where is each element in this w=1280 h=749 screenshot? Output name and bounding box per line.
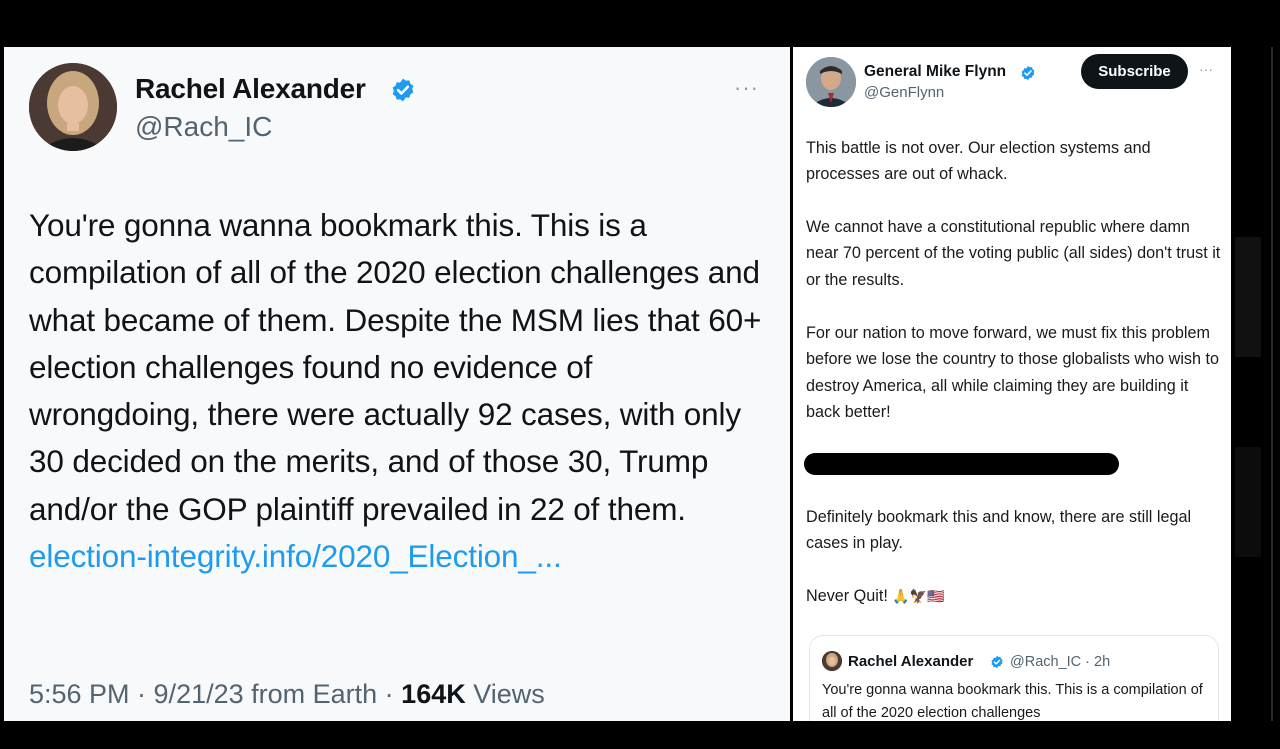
more-options-icon[interactable]: ··· (734, 75, 759, 101)
author-handle[interactable]: @GenFlynn (864, 84, 944, 101)
tweet-body-text: You're gonna wanna bookmark this. This i… (29, 207, 762, 527)
tweet-link[interactable]: election-integrity.info/2020_Election_..… (29, 538, 562, 574)
author-avatar[interactable] (806, 57, 856, 107)
right-tweet-card: General Mike Flynn @GenFlynn Subscribe ·… (793, 47, 1231, 721)
author-avatar[interactable] (29, 63, 117, 151)
quoted-meta: @Rach_IC · 2h (1010, 654, 1111, 670)
views-label: Views (465, 679, 545, 709)
author-name[interactable]: General Mike Flynn (864, 63, 1006, 81)
views-count: 164K (401, 679, 466, 709)
left-tweet-card: Rachel Alexander @Rach_IC ··· You're gon… (4, 47, 790, 721)
emoji-group: 🙏🦅🇺🇸 (892, 588, 945, 604)
background-shade (1235, 237, 1261, 357)
edge-line (1271, 47, 1273, 721)
tweet-paragraph: Definitely bookmark this and know, there… (806, 508, 1192, 553)
author-handle[interactable]: @Rach_IC (135, 111, 272, 143)
quoted-author-avatar (822, 651, 842, 671)
verified-badge-icon (991, 655, 1003, 669)
tweet-paragraph: We cannot have a constitutional republic… (806, 218, 1221, 289)
background-shade (1235, 447, 1261, 557)
quoted-text: You're gonna wanna bookmark this. This i… (822, 682, 1203, 721)
verified-badge-icon (1021, 66, 1035, 80)
quoted-tweet[interactable]: Rachel Alexander @Rach_IC · 2h You're go… (809, 635, 1219, 721)
tweet-meta: 5:56 PM · 9/21/23 from Earth · 164K View… (29, 679, 545, 710)
tweet-paragraph-last: Never Quit! 🙏🦅🇺🇸 (806, 583, 1224, 609)
tweet-timestamp[interactable]: 5:56 PM · 9/21/23 from Earth · (29, 679, 401, 709)
quoted-author-name: Rachel Alexander (848, 653, 974, 670)
redaction-bar (804, 453, 1119, 475)
subscribe-button[interactable]: Subscribe (1081, 54, 1188, 89)
author-name[interactable]: Rachel Alexander (135, 73, 366, 105)
tweet-paragraph: For our nation to move forward, we must … (806, 324, 1220, 421)
background-edge (1231, 47, 1280, 721)
never-quit-text: Never Quit! (806, 587, 888, 605)
more-options-icon[interactable]: ··· (1199, 61, 1213, 77)
verified-badge-icon (392, 78, 414, 102)
tweet-paragraph: This battle is not over. Our election sy… (806, 139, 1151, 184)
tweet-text: You're gonna wanna bookmark this. This i… (29, 202, 769, 580)
